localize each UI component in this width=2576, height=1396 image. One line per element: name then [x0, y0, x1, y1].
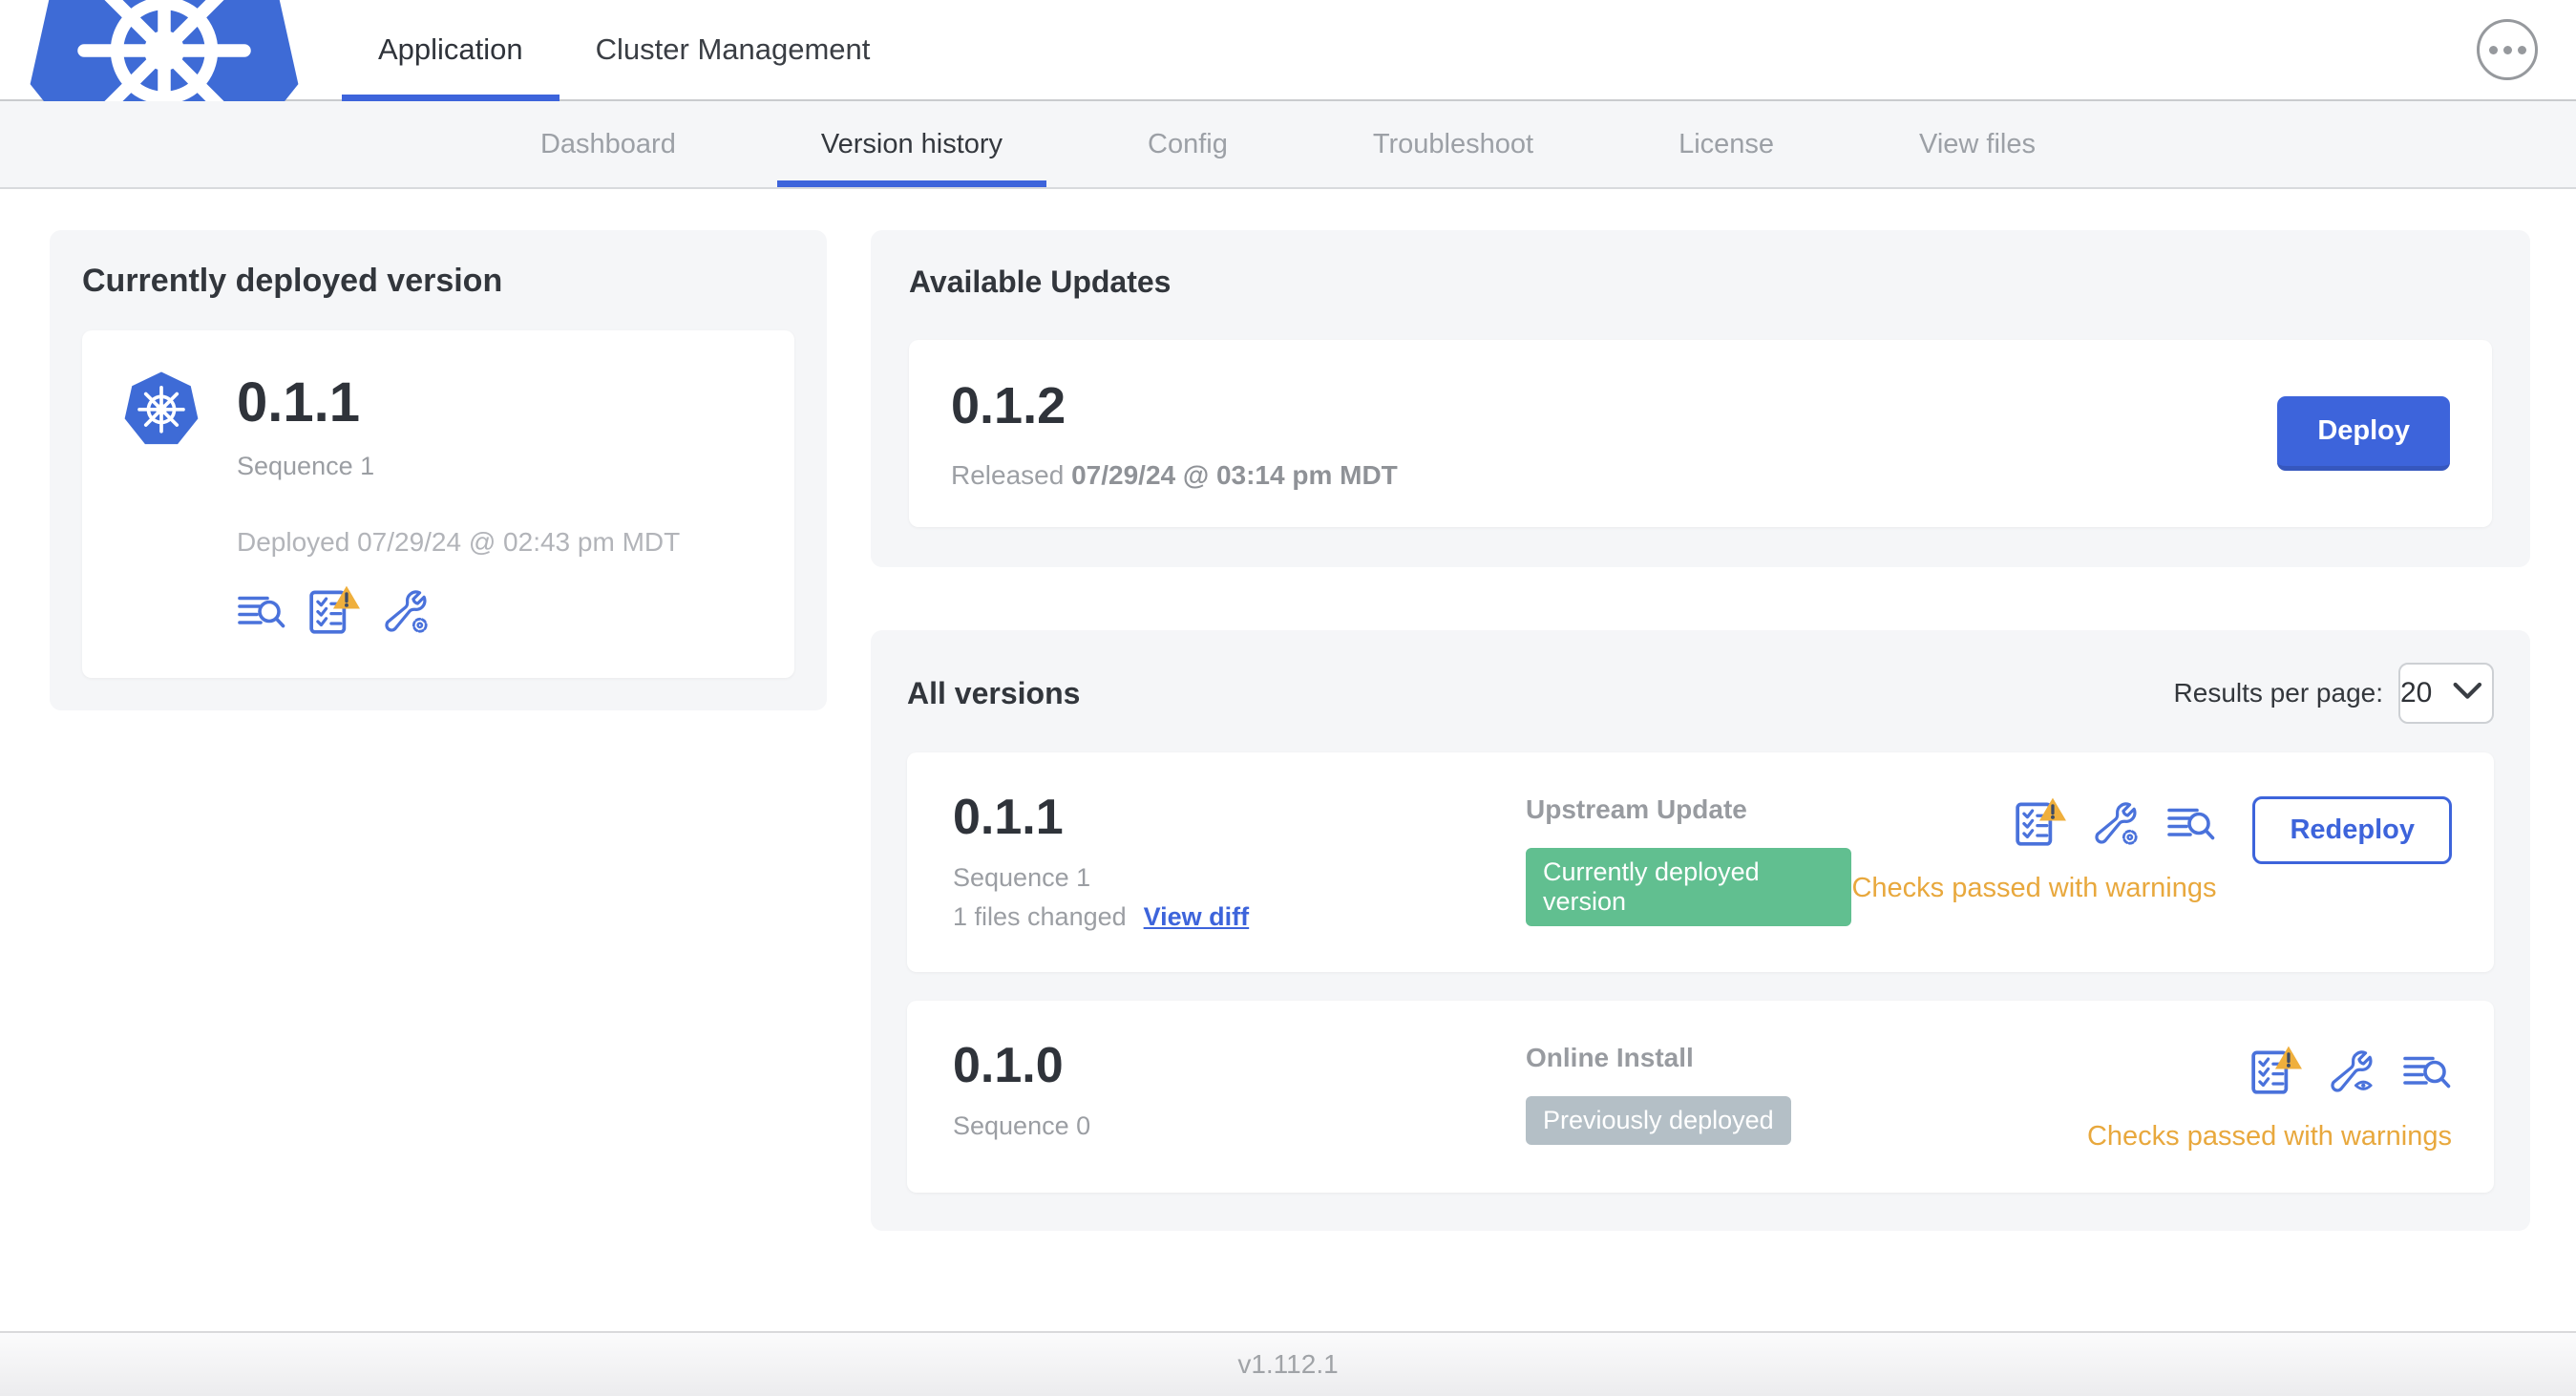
version-row-010: 0.1.0 Sequence 0 Online Install Previous… — [907, 1001, 2494, 1193]
app-subnav: Dashboard Version history Config Trouble… — [0, 101, 2576, 189]
update-version-number: 0.1.2 — [951, 377, 1066, 434]
available-update-panel: 0.1.2 Released 07/29/24 @ 03:14 pm MDT D… — [909, 340, 2492, 527]
version-row-left: 0.1.1 Sequence 1 1 files changed View di… — [953, 789, 1526, 932]
subtab-config[interactable]: Config — [1098, 101, 1277, 187]
version-row-actions: Checks passed with warnings — [2087, 1037, 2452, 1153]
redeploy-button[interactable]: Redeploy — [2252, 796, 2452, 864]
available-update-info: 0.1.2 Released 07/29/24 @ 03:14 pm MDT — [951, 376, 1398, 491]
currently-deployed-info: 0.1.1 Sequence 1 Deployed 07/29/24 @ 02:… — [237, 369, 680, 636]
subtab-version-history[interactable]: Version history — [771, 101, 1052, 187]
version-icons-column: Checks passed with warnings — [2087, 1045, 2452, 1153]
version-source: Upstream Update — [1526, 794, 1747, 824]
status-badge: Currently deployed version — [1526, 848, 1852, 926]
files-changed-line: 1 files changed View diff — [953, 902, 1250, 932]
version-icons — [2249, 1045, 2452, 1096]
logs-icon[interactable] — [237, 588, 286, 636]
results-per-page-select[interactable]: 20 — [2398, 663, 2494, 724]
update-released-date: 07/29/24 @ 03:14 pm MDT — [1071, 460, 1398, 490]
all-versions-header: All versions Results per page: 20 — [907, 663, 2494, 724]
available-updates-card: Available Updates 0.1.2 Released 07/29/2… — [871, 230, 2530, 567]
right-column: Available Updates 0.1.2 Released 07/29/2… — [871, 230, 2530, 1231]
preflight-checks-warning-icon[interactable] — [2249, 1045, 2303, 1096]
version-sequence: Sequence 0 — [953, 1111, 1091, 1140]
all-versions-card: All versions Results per page: 20 0.1.1 … — [871, 630, 2530, 1231]
preflight-checks-warning-icon[interactable] — [307, 584, 361, 636]
update-released-line: Released 07/29/24 @ 03:14 pm MDT — [951, 460, 1398, 490]
console-version: v1.112.1 — [1237, 1349, 1339, 1379]
subtab-view-files[interactable]: View files — [1869, 101, 2085, 187]
ellipsis-icon — [2488, 45, 2498, 54]
main-content: Currently deployed version 0.1.1 Sequenc… — [0, 189, 2576, 1331]
currently-deployed-panel: 0.1.1 Sequence 1 Deployed 07/29/24 @ 02:… — [82, 330, 794, 678]
deployed-timestamp: Deployed 07/29/24 @ 02:43 pm MDT — [237, 526, 681, 557]
subtab-troubleshoot[interactable]: Troubleshoot — [1323, 101, 1583, 187]
version-icons-column: Checks passed with warnings — [1851, 796, 2216, 904]
chevron-down-icon — [2443, 666, 2492, 722]
subtab-dashboard[interactable]: Dashboard — [491, 101, 726, 187]
config-wrench-gear-icon[interactable] — [2092, 800, 2142, 848]
active-tab-underline — [342, 95, 560, 101]
version-source: Online Install — [1526, 1043, 1694, 1072]
version-number: 0.1.0 — [953, 1038, 1064, 1093]
view-diff-link[interactable]: View diff — [1144, 902, 1250, 932]
results-per-page: Results per page: 20 — [2174, 663, 2494, 724]
preflight-checks-warning-icon[interactable] — [2014, 796, 2067, 848]
more-options-button[interactable] — [2477, 19, 2538, 80]
logs-icon[interactable] — [2166, 800, 2216, 848]
config-wrench-gear-icon[interactable] — [382, 588, 432, 636]
deploy-button[interactable]: Deploy — [2277, 396, 2450, 471]
tab-application-label: Application — [378, 32, 523, 66]
checks-status-text: Checks passed with warnings — [1851, 873, 2217, 903]
footer: v1.112.1 — [0, 1331, 2576, 1396]
version-row-left: 0.1.0 Sequence 0 — [953, 1037, 1526, 1141]
tab-cluster-management-label: Cluster Management — [595, 32, 871, 66]
status-badge: Previously deployed — [1526, 1096, 1791, 1145]
results-per-page-label: Results per page: — [2173, 678, 2383, 708]
left-column: Currently deployed version 0.1.1 Sequenc… — [50, 230, 827, 710]
available-updates-title: Available Updates — [909, 264, 1172, 299]
active-subtab-underline — [776, 180, 1047, 187]
logs-icon[interactable] — [2402, 1048, 2452, 1096]
kots-admin-console: Application Cluster Management Dashboard… — [0, 0, 2576, 1396]
all-versions-title: All versions — [907, 675, 1081, 710]
currently-deployed-title: Currently deployed version — [82, 263, 503, 299]
config-wrench-eye-icon[interactable] — [2328, 1048, 2377, 1096]
version-number: 0.1.1 — [953, 790, 1064, 845]
top-tabs: Application Cluster Management — [342, 0, 907, 101]
version-icons — [2014, 796, 2216, 848]
subtab-license[interactable]: License — [1629, 101, 1824, 187]
top-navbar: Application Cluster Management — [0, 0, 2576, 178]
kubernetes-app-icon — [122, 369, 201, 449]
deployed-sequence: Sequence 1 — [237, 451, 375, 480]
tab-cluster-management[interactable]: Cluster Management — [560, 0, 907, 99]
currently-deployed-card: Currently deployed version 0.1.1 Sequenc… — [50, 230, 827, 710]
deployed-version-number: 0.1.1 — [237, 371, 360, 434]
checks-status-text: Checks passed with warnings — [2086, 1121, 2452, 1152]
version-row-middle: Upstream Update Currently deployed versi… — [1526, 789, 1852, 926]
version-row-011: 0.1.1 Sequence 1 1 files changed View di… — [907, 752, 2494, 972]
version-row-middle: Online Install Previously deployed — [1526, 1037, 2087, 1145]
tab-application[interactable]: Application — [342, 0, 560, 101]
kubernetes-logo-icon — [21, 0, 307, 178]
topnav-spacer — [906, 0, 2477, 99]
deployed-version-actions — [237, 584, 680, 636]
version-row-actions: Checks passed with warnings Redeploy — [1851, 789, 2452, 904]
version-sequence: Sequence 1 — [953, 863, 1091, 892]
